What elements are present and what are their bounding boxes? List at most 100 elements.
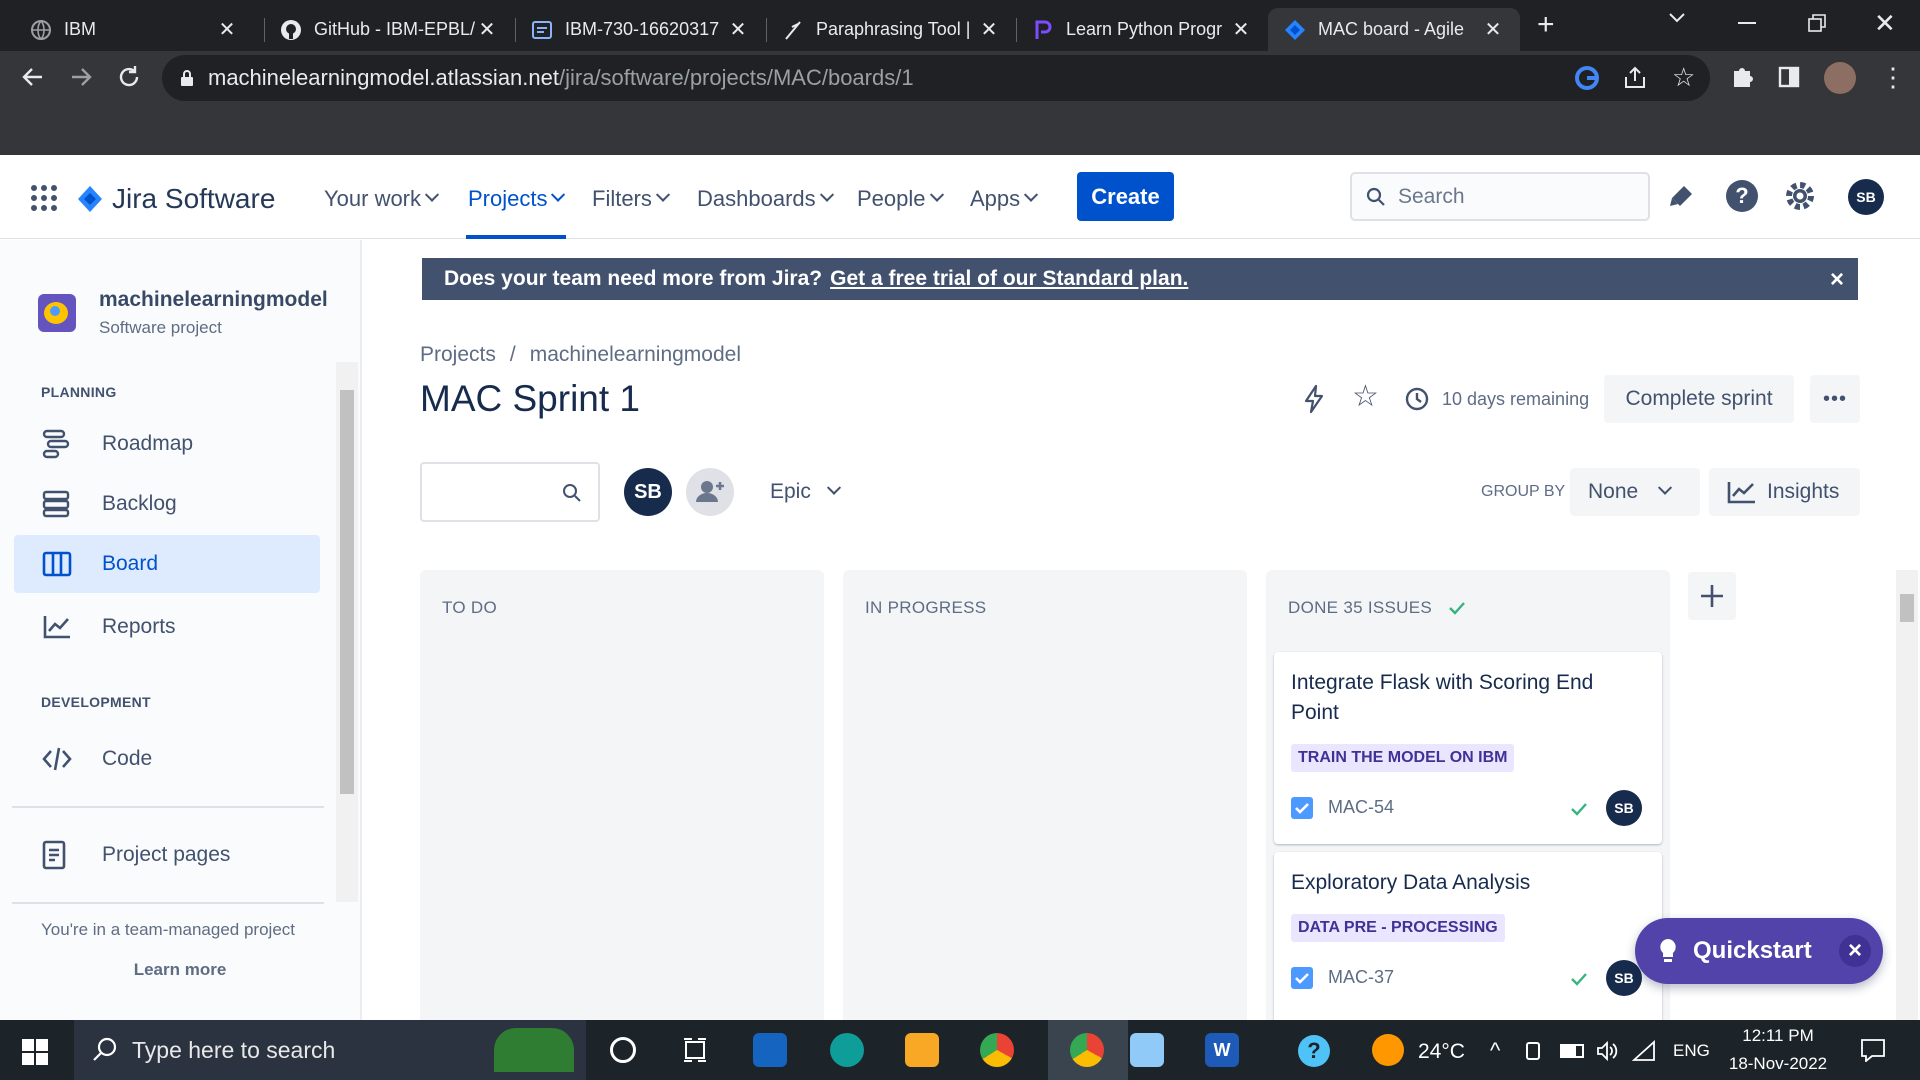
close-tab-icon[interactable]: ✕ — [1230, 17, 1252, 42]
tab-learn-python[interactable]: Learn Python Progr ✕ — [1016, 8, 1268, 51]
tab-paraphrasing[interactable]: Paraphrasing Tool | ✕ — [766, 8, 1016, 51]
quickstart-button[interactable]: Quickstart × — [1635, 918, 1883, 984]
browser-menu-icon[interactable]: ⋮ — [1880, 64, 1906, 90]
bookmark-star-icon[interactable]: ☆ — [1672, 62, 1695, 93]
profile-avatar[interactable] — [1824, 62, 1856, 94]
sidebar-item-backlog[interactable]: Backlog — [14, 475, 320, 533]
nav-dashboards[interactable]: Dashboards — [697, 186, 834, 212]
weather-temp[interactable]: 24°C — [1418, 1040, 1465, 1064]
input-language[interactable]: ENG — [1673, 1041, 1710, 1061]
settings-gear-icon[interactable] — [1784, 180, 1816, 212]
app-switcher-icon[interactable] — [30, 184, 58, 212]
taskbar-time[interactable]: 12:11 PM — [1720, 1026, 1836, 1046]
scrollbar-thumb[interactable] — [340, 390, 354, 794]
weather-sun-icon[interactable] — [1372, 1034, 1404, 1066]
notepad-icon[interactable] — [1130, 1033, 1164, 1067]
nav-apps[interactable]: Apps — [970, 186, 1039, 212]
close-window-icon[interactable]: ✕ — [1874, 8, 1896, 39]
chrome-icon[interactable] — [980, 1033, 1014, 1067]
create-button[interactable]: Create — [1077, 172, 1174, 221]
back-icon[interactable] — [20, 64, 46, 90]
word-icon[interactable]: W — [1205, 1033, 1239, 1067]
show-hidden-icons[interactable]: ^ — [1490, 1038, 1500, 1064]
insights-button[interactable]: Insights — [1709, 468, 1860, 516]
windows-start-icon[interactable] — [22, 1039, 48, 1065]
group-by-select[interactable]: None — [1570, 468, 1700, 516]
scrollbar-thumb[interactable] — [1900, 594, 1914, 622]
side-panel-icon[interactable] — [1778, 66, 1800, 88]
tab-search-chevron-icon[interactable] — [1668, 12, 1686, 24]
close-tab-icon[interactable]: ✕ — [1482, 17, 1504, 42]
nav-projects[interactable]: Projects — [468, 186, 566, 212]
festo-app-icon[interactable] — [753, 1033, 787, 1067]
cortana-icon[interactable] — [610, 1037, 636, 1063]
quickstart-close-icon[interactable]: × — [1839, 935, 1871, 967]
automation-bolt-icon[interactable] — [1302, 384, 1326, 414]
tab-github[interactable]: GitHub - IBM-EPBL/ ✕ — [264, 8, 514, 51]
banner-link[interactable]: Get a free trial of our Standard plan. — [830, 267, 1188, 291]
task-view-icon[interactable] — [682, 1037, 708, 1063]
taskbar-date[interactable]: 18-Nov-2022 — [1720, 1054, 1836, 1074]
wifi-icon[interactable] — [1632, 1040, 1656, 1062]
project-name[interactable]: machinelearningmodel — [99, 288, 328, 312]
epic-filter-dropdown[interactable]: Epic — [770, 480, 841, 504]
assignee-avatar[interactable]: SB — [1606, 960, 1642, 996]
file-explorer-icon[interactable] — [905, 1033, 939, 1067]
minimize-icon[interactable] — [1738, 22, 1756, 24]
star-icon[interactable]: ☆ — [1352, 382, 1379, 412]
reload-icon[interactable] — [116, 64, 142, 90]
project-avatar[interactable] — [38, 294, 76, 332]
user-avatar[interactable]: SB — [1848, 179, 1884, 215]
extensions-icon[interactable] — [1730, 63, 1756, 89]
help-tips-icon[interactable]: ? — [1298, 1035, 1330, 1067]
help-icon[interactable]: ? — [1726, 180, 1758, 212]
close-tab-icon[interactable]: ✕ — [978, 17, 1000, 42]
close-banner-icon[interactable]: × — [1830, 266, 1844, 294]
nav-people[interactable]: People — [857, 186, 944, 212]
issue-card[interactable]: Exploratory Data Analysis DATA PRE - PRO… — [1274, 852, 1662, 1032]
nav-your-work[interactable]: Your work — [324, 186, 440, 212]
complete-sprint-button[interactable]: Complete sprint — [1604, 375, 1794, 423]
add-column-button[interactable] — [1688, 572, 1736, 620]
taskbar-search[interactable]: Type here to search — [74, 1020, 586, 1080]
tab-mac-board[interactable]: MAC board - Agile ✕ — [1268, 8, 1520, 51]
forward-icon[interactable] — [68, 64, 94, 90]
close-tab-icon[interactable]: ✕ — [476, 17, 498, 42]
sidebar-item-project-pages[interactable]: Project pages — [14, 826, 320, 884]
nav-filters[interactable]: Filters — [592, 186, 670, 212]
notifications-icon[interactable] — [1668, 182, 1696, 210]
board-search-input[interactable] — [420, 462, 600, 522]
sidebar-item-board[interactable]: Board — [14, 535, 320, 593]
tab-ibm-730[interactable]: IBM-730-16620317 ✕ — [515, 8, 765, 51]
issue-card[interactable]: Integrate Flask with Scoring End Point T… — [1274, 652, 1662, 844]
notifications-center-icon[interactable] — [1860, 1038, 1886, 1062]
new-tab-icon[interactable]: + — [1537, 8, 1555, 42]
address-bar[interactable]: machinelearningmodel.atlassian.net/jira/… — [162, 55, 1710, 101]
sidebar-scrollbar[interactable] — [336, 362, 358, 902]
share-icon[interactable] — [1622, 65, 1648, 91]
issue-key[interactable]: MAC-37 — [1328, 967, 1394, 988]
board-scrollbar[interactable] — [1896, 570, 1918, 1020]
edge-icon[interactable] — [830, 1033, 864, 1067]
restore-icon[interactable] — [1808, 14, 1826, 32]
google-icon[interactable] — [1574, 65, 1600, 91]
jira-logo[interactable]: Jira Software — [76, 183, 275, 215]
assignee-avatar-filter[interactable]: SB — [624, 468, 672, 516]
battery-icon[interactable] — [1560, 1044, 1584, 1058]
more-actions-button[interactable]: ••• — [1810, 375, 1860, 423]
tab-ibm[interactable]: IBM ✕ — [14, 8, 254, 51]
close-tab-icon[interactable]: ✕ — [216, 17, 238, 42]
issue-key[interactable]: MAC-54 — [1328, 797, 1394, 818]
sidebar-item-roadmap[interactable]: Roadmap — [14, 415, 320, 473]
add-people-icon[interactable] — [686, 468, 734, 516]
breadcrumb-project[interactable]: machinelearningmodel — [530, 343, 741, 367]
close-tab-icon[interactable]: ✕ — [727, 17, 749, 42]
meet-now-icon[interactable] — [1526, 1042, 1540, 1060]
learn-more-link[interactable]: Learn more — [0, 960, 360, 980]
sidebar-item-reports[interactable]: Reports — [14, 598, 320, 656]
volume-icon[interactable] — [1596, 1040, 1618, 1062]
sidebar-item-code[interactable]: Code — [14, 730, 320, 788]
assignee-avatar[interactable]: SB — [1606, 790, 1642, 826]
breadcrumb-projects[interactable]: Projects — [420, 343, 496, 367]
search-input[interactable]: Search — [1350, 172, 1650, 221]
